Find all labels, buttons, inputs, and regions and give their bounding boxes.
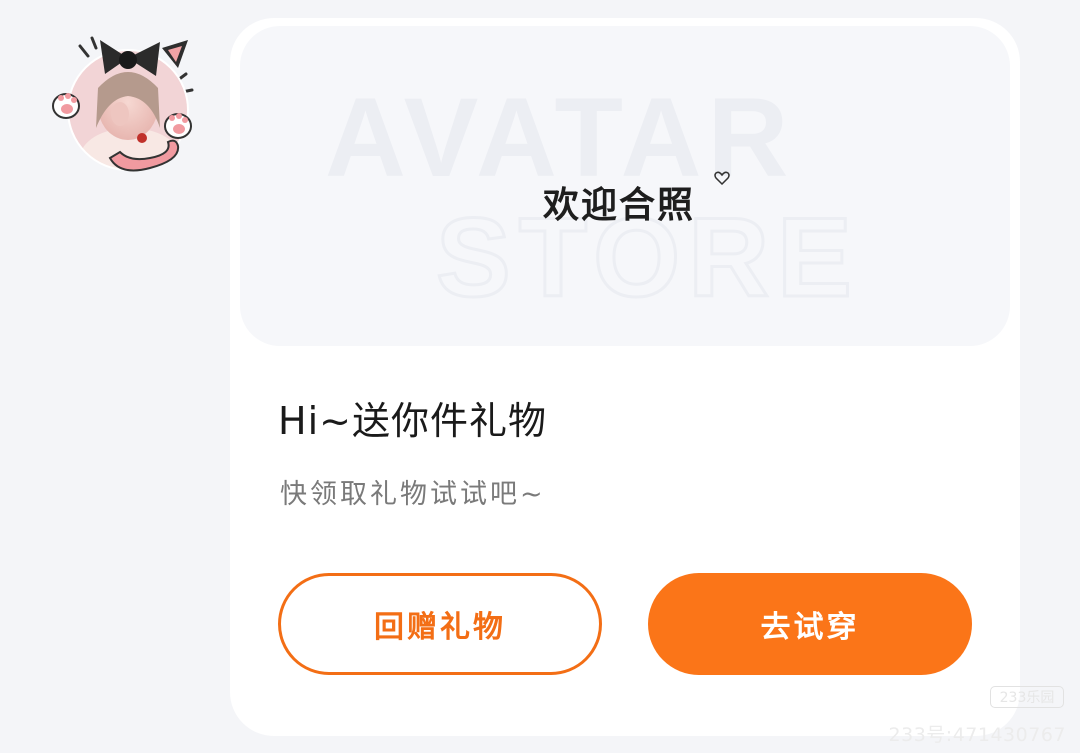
cat-ear-girl-avatar-icon: [52, 36, 194, 172]
avatar-store-banner: AVATAR STORE 欢迎合照: [240, 26, 1010, 346]
gift-subtitle: 快领取礼物试试吧~: [280, 479, 546, 510]
banner-caption: 欢迎合照: [543, 185, 696, 226]
return-gift-button[interactable]: 回赠礼物: [278, 573, 602, 675]
gift-title: Hi~送你件礼物: [278, 399, 547, 443]
heart-icon: [714, 171, 730, 185]
try-on-label: 去试穿: [760, 610, 860, 645]
return-gift-label: 回赠礼物: [374, 610, 506, 645]
try-on-button[interactable]: 去试穿: [648, 573, 972, 675]
watermark-id: 233号:471430767: [888, 724, 1066, 746]
user-avatar[interactable]: [50, 18, 200, 178]
watermark-logo: 233乐园: [990, 686, 1064, 708]
gift-card: AVATAR STORE 欢迎合照 Hi~送你件礼物 快领取礼物试试吧~ 回赠礼…: [230, 18, 1020, 736]
